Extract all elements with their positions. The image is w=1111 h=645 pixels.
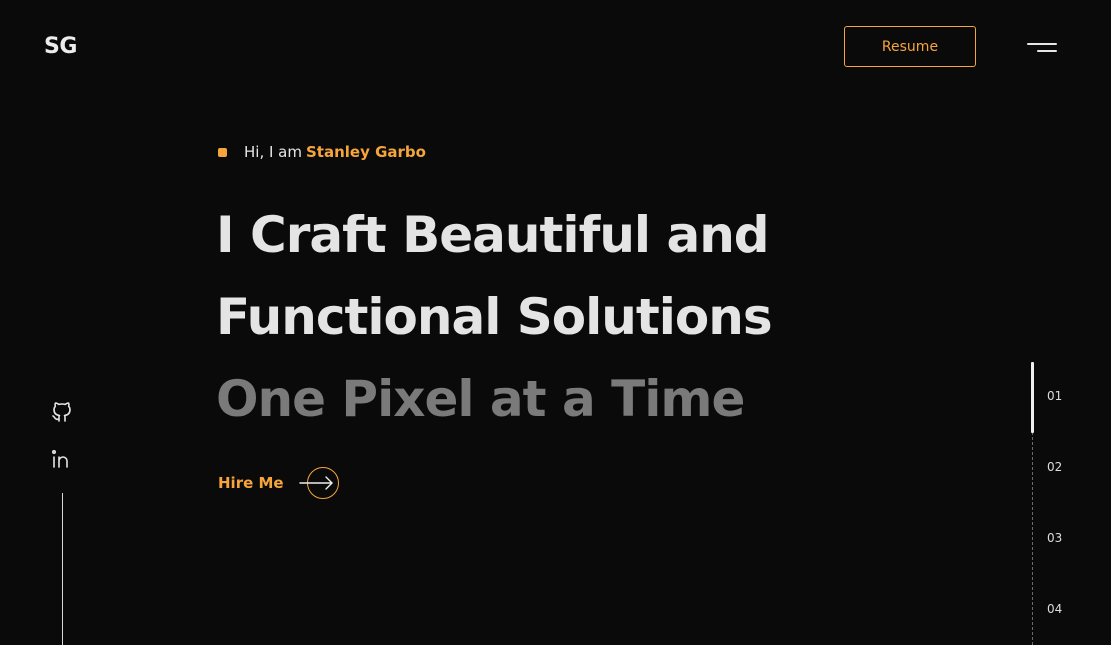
left-vertical-line bbox=[62, 493, 63, 645]
section-nav-active-indicator bbox=[1031, 362, 1034, 433]
accent-dot bbox=[218, 147, 227, 157]
linkedin-icon[interactable] bbox=[50, 447, 74, 471]
section-nav-item-04[interactable]: 04 bbox=[1047, 602, 1062, 616]
headline-line-1: I Craft Beautiful and bbox=[216, 206, 770, 264]
section-nav: 01 02 03 04 bbox=[1031, 362, 1091, 645]
github-icon[interactable] bbox=[50, 400, 74, 424]
hire-me-label: Hire Me bbox=[218, 474, 284, 492]
section-nav-item-03[interactable]: 03 bbox=[1047, 531, 1062, 545]
headline-line-2: Functional Solutions bbox=[216, 288, 773, 346]
name-text: Stanley Garbo bbox=[305, 143, 426, 161]
resume-button[interactable]: Resume bbox=[844, 26, 976, 67]
hire-me-button[interactable]: Hire Me bbox=[218, 466, 342, 500]
arrow-right-circle-icon bbox=[298, 467, 339, 499]
hamburger-menu-icon[interactable] bbox=[1022, 36, 1062, 58]
page: SG Resume Hi, I am Stanley Garbo I Craft… bbox=[0, 0, 1111, 645]
intro: Hi, I am Stanley Garbo bbox=[218, 143, 426, 161]
headline: I Craft Beautiful and Functional Solutio… bbox=[216, 194, 773, 440]
section-nav-item-01[interactable]: 01 bbox=[1047, 389, 1062, 403]
menu-bar-top bbox=[1027, 43, 1057, 45]
logo[interactable]: SG bbox=[44, 34, 77, 59]
greeting-text: Hi, I am bbox=[244, 143, 302, 161]
menu-bar-bottom bbox=[1037, 50, 1057, 52]
section-nav-item-02[interactable]: 02 bbox=[1047, 460, 1062, 474]
headline-line-3: One Pixel at a Time bbox=[216, 370, 745, 428]
